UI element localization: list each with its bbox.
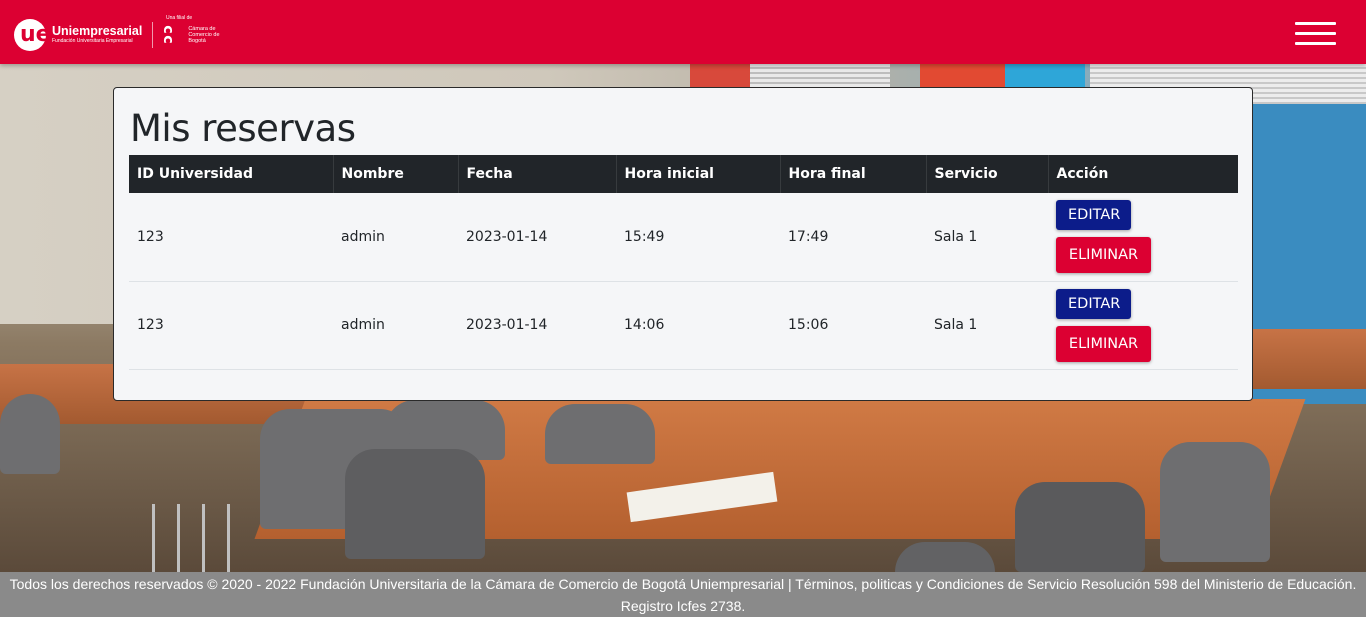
top-navbar: ue Uniempresarial Fundación Universitari… [0,0,1366,64]
ccb-logo: ᴒᴒ Cámara de Comercio de Bogotá [163,21,228,47]
cell-hora-final: 15:06 [780,281,926,370]
edit-button[interactable]: EDITAR [1056,288,1131,319]
cell-actions: EDITAR ELIMINAR [1048,193,1238,282]
cell-actions: EDITAR ELIMINAR [1048,281,1238,370]
delete-button[interactable]: ELIMINAR [1056,237,1151,274]
cell-id: 123 [129,193,333,282]
table-header-row: ID Universidad Nombre Fecha Hora inicial… [129,155,1238,193]
cell-hora-final: 17:49 [780,193,926,282]
column-header: Acción [1048,155,1238,193]
cell-servicio: Sala 1 [926,281,1048,370]
ccb-name: Cámara de Comercio de Bogotá [188,26,220,44]
page-footer: Todos los derechos reservados © 2020 - 2… [0,572,1366,617]
reservations-card: Mis reservas ID Universidad Nombre Fecha… [113,87,1253,401]
column-header: Nombre [333,155,459,193]
column-header: ID Universidad [129,155,334,193]
hamburger-icon [1295,22,1336,25]
table-row: 123 admin 2023-01-14 15:49 17:49 Sala 1 … [129,193,1238,282]
menu-toggle-button[interactable] [1295,22,1337,46]
edit-button[interactable]: EDITAR [1056,200,1131,231]
ccb-tagline: Una filial de [166,15,193,21]
cell-hora-inicial: 14:06 [616,281,780,370]
cell-hora-inicial: 15:49 [616,193,780,282]
column-header: Fecha [458,155,617,193]
brand-name: Uniempresarial [52,24,143,38]
cell-fecha: 2023-01-14 [458,281,616,370]
ccb-logo-icon: ᴒᴒ [163,21,173,47]
cell-id: 123 [129,281,333,370]
reservations-table: ID Universidad Nombre Fecha Hora inicial… [129,155,1238,370]
table-row: 123 admin 2023-01-14 14:06 15:06 Sala 1 … [129,281,1238,370]
uniempresarial-logo-icon: ue [14,19,51,51]
delete-button[interactable]: ELIMINAR [1056,325,1151,362]
brand-logo-link[interactable]: ue Uniempresarial Fundación Universitari… [14,19,228,51]
column-header: Hora final [780,155,927,193]
column-header: Hora inicial [616,155,781,193]
cell-servicio: Sala 1 [926,193,1048,282]
cell-nombre: admin [333,193,458,282]
cell-nombre: admin [333,281,458,370]
footer-text: Todos los derechos reservados © 2020 - 2… [9,576,1357,614]
cell-fecha: 2023-01-14 [458,193,616,282]
page-title: Mis reservas [130,107,356,150]
column-header: Servicio [926,155,1049,193]
brand-subtitle: Fundación Universitaria Empresarial [52,38,133,44]
